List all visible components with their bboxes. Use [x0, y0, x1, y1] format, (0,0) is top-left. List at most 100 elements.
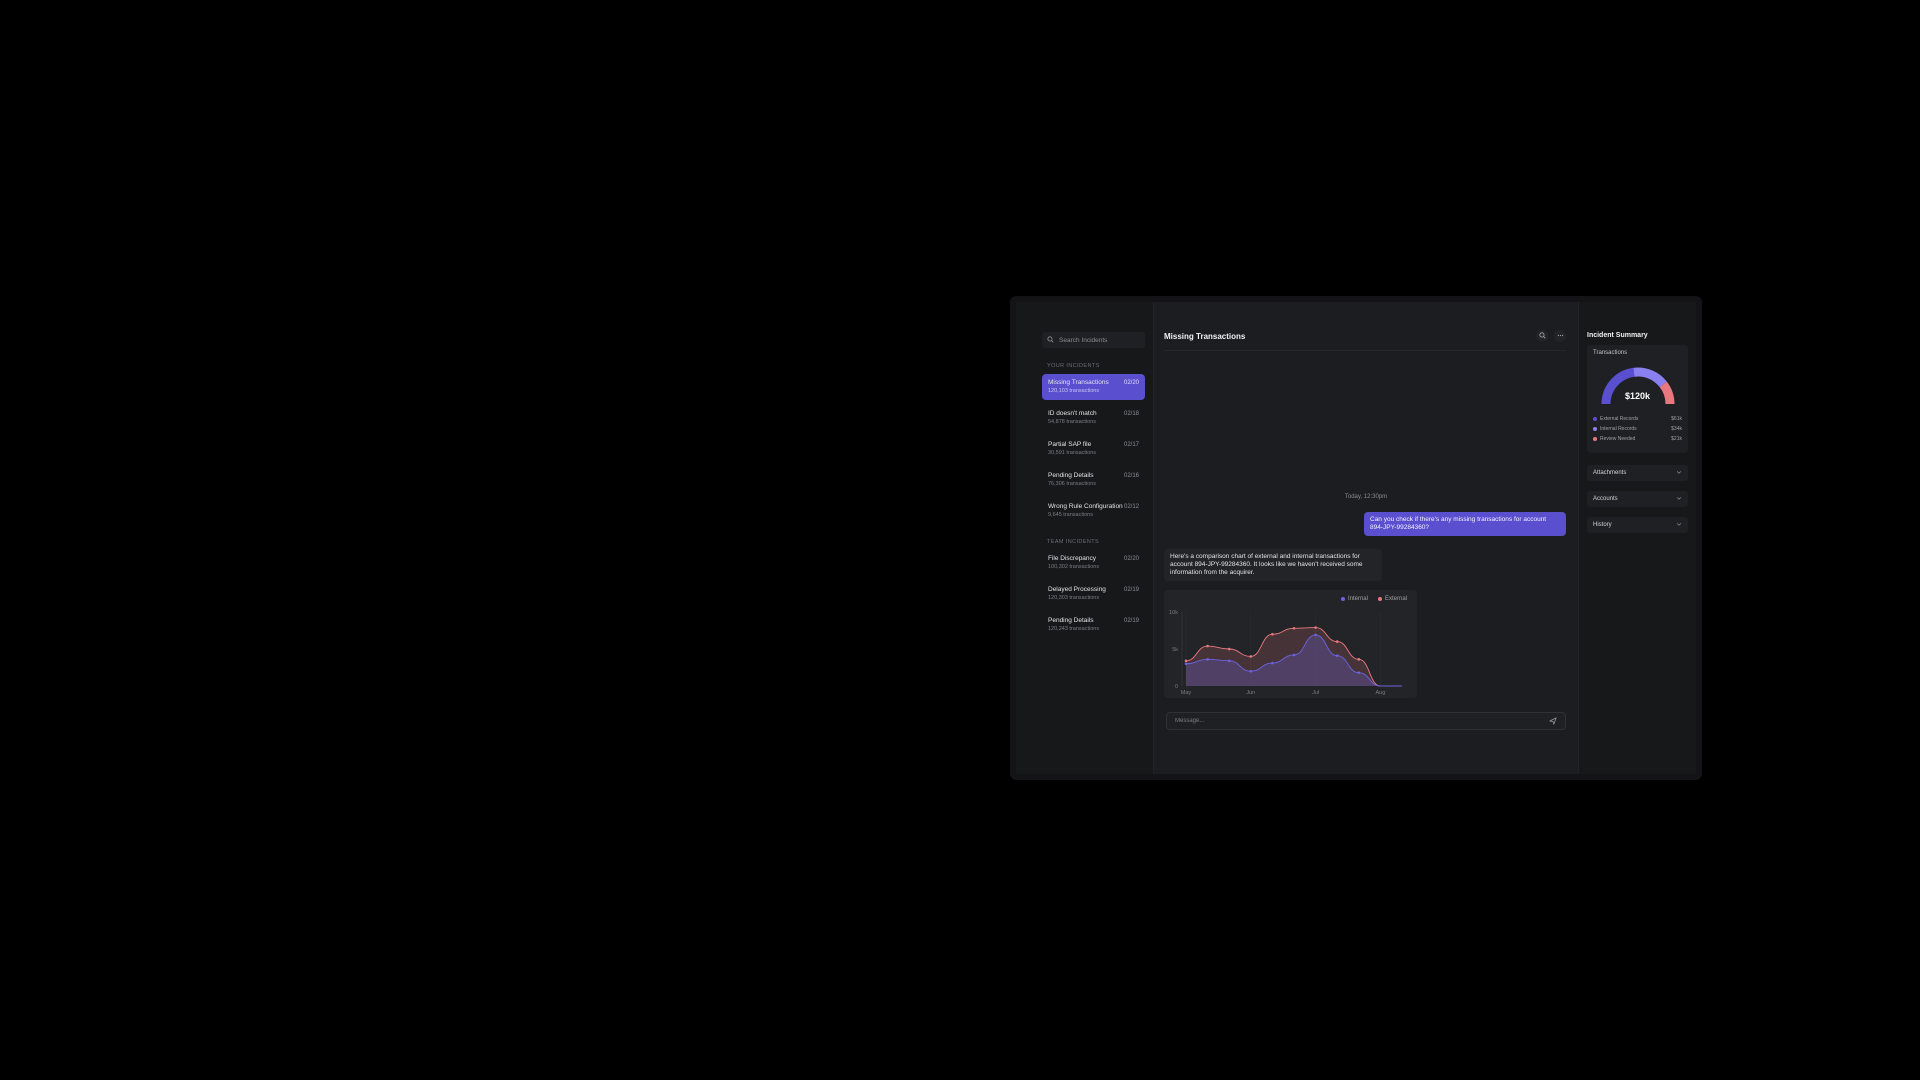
incident-text: Pending Details 76,306 transactions: [1048, 472, 1096, 488]
y-tick-label: 10k: [1169, 610, 1178, 616]
incident-name: Pending Details: [1048, 617, 1094, 624]
breakdown-row: External Records $61k: [1593, 416, 1682, 422]
incident-text: ID doesn't match 54,878 transactions: [1048, 410, 1097, 426]
message-input[interactable]: [1175, 718, 1475, 724]
incident-item[interactable]: Partial SAP file 30,591 transactions 02/17: [1042, 436, 1145, 462]
legend-dot: [1340, 597, 1345, 601]
incident-item[interactable]: Pending Details 120,243 transactions 02/19: [1042, 612, 1145, 638]
incident-date: 02/20: [1123, 556, 1139, 562]
incident-text: Wrong Rule Configuration 9,645 transactio…: [1048, 503, 1123, 519]
legend-item: External: [1377, 596, 1407, 602]
y-tick-label: 5k: [1172, 647, 1178, 653]
accordion-label: History: [1593, 522, 1612, 528]
more-options-button[interactable]: [1554, 330, 1566, 342]
breakdown-label: Internal Records: [1600, 426, 1637, 432]
incident-date: 02/12: [1123, 504, 1139, 510]
incident-date: 02/17: [1123, 442, 1139, 448]
incident-item[interactable]: File Discrepancy 100,302 transactions 02/2…: [1042, 550, 1145, 576]
legend-dot: [1593, 437, 1597, 441]
data-point: [1335, 654, 1339, 657]
incident-date: 02/18: [1123, 411, 1139, 417]
more-icon: [1557, 332, 1564, 341]
team-incidents-heading: TEAM INCIDENTS: [1047, 539, 1100, 545]
accordion-accounts[interactable]: Accounts: [1587, 491, 1688, 507]
accordion-label: Accounts: [1593, 496, 1618, 502]
incident-count: 76,306 transactions: [1048, 481, 1097, 487]
breakdown-label: External Records: [1600, 416, 1639, 422]
search-icon: [1538, 331, 1546, 341]
incident-name: Wrong Rule Configuration: [1048, 503, 1123, 510]
x-tick-label: May: [1181, 690, 1192, 696]
incident-name: ID doesn't match: [1048, 410, 1097, 417]
data-point: [1271, 661, 1274, 665]
data-point: [1357, 671, 1361, 674]
incident-date: 02/16: [1123, 473, 1139, 479]
data-point: [1249, 669, 1253, 673]
transactions-gauge: [1601, 367, 1674, 405]
data-point: [1314, 626, 1317, 629]
chart-canvas: 10k 5k 0May Jun Jul Aug: [1169, 610, 1402, 696]
chevron-down-icon: [1676, 521, 1682, 529]
assistant-message-bubble: Here's a comparison chart of external an…: [1164, 549, 1382, 581]
comparison-chart: 10k 5k 0 May Jun Jul Aug Internal External: [1164, 590, 1417, 698]
incident-count: 30,591 transactions: [1048, 450, 1097, 456]
data-point: [1314, 633, 1317, 637]
incident-item[interactable]: Missing Transactions 120,103 transactions…: [1042, 374, 1145, 400]
incident-count: 120,243 transactions: [1048, 626, 1100, 632]
legend-label: Internal: [1347, 596, 1368, 602]
your-incidents-list: Missing Transactions 120,103 transactions…: [1042, 374, 1145, 524]
incident-item[interactable]: Wrong Rule Configuration 9,645 transactio…: [1042, 498, 1145, 524]
gauge-segment: [1632, 367, 1667, 388]
user-message-bubble: Can you check if there's any missing tra…: [1364, 512, 1566, 536]
send-icon[interactable]: [1549, 717, 1557, 725]
legend-dot: [1377, 597, 1382, 601]
chevron-down-icon: [1676, 469, 1682, 477]
chevron-down-icon: [1676, 495, 1682, 503]
data-point: [1292, 626, 1296, 630]
incident-name: Delayed Processing: [1048, 586, 1106, 593]
data-point: [1206, 658, 1209, 661]
incident-count: 120,303 transactions: [1048, 595, 1100, 601]
data-point: [1249, 655, 1253, 658]
x-tick-label: Jul: [1312, 690, 1319, 696]
accordion-label: Attachments: [1593, 470, 1627, 476]
accordion-attachments[interactable]: Attachments: [1587, 465, 1688, 481]
legend-dot: [1593, 427, 1597, 431]
transactions-label: Transactions: [1593, 350, 1628, 356]
incident-name: Partial SAP file: [1048, 441, 1092, 448]
data-point: [1335, 640, 1339, 643]
incident-item[interactable]: Pending Details 76,306 transactions 02/16: [1042, 467, 1145, 493]
incident-summary-panel: Incident Summary Transactions $120k Exte…: [1578, 302, 1696, 774]
incident-item[interactable]: Delayed Processing 120,303 transactions 02…: [1042, 581, 1145, 607]
search-conversation-button[interactable]: [1536, 330, 1548, 342]
incident-text: Delayed Processing 120,303 transactions: [1048, 586, 1106, 602]
incident-text: Partial SAP file 30,591 transactions: [1048, 441, 1096, 457]
incident-name: Missing Transactions: [1048, 379, 1109, 386]
message-timestamp: Today, 12:30pm: [1344, 494, 1388, 500]
legend-dot: [1593, 417, 1597, 421]
data-point: [1227, 647, 1231, 651]
legend-label: External: [1384, 596, 1407, 602]
breakdown-label: Review Needed: [1600, 436, 1636, 442]
breakdown-value: $21k: [1671, 436, 1682, 442]
search-input[interactable]: Search Incidents: [1059, 337, 1107, 344]
summary-sections: Attachments Accounts History: [1587, 465, 1688, 533]
x-tick-label: Jun: [1246, 690, 1255, 696]
data-point: [1292, 653, 1296, 657]
accordion-history[interactable]: History: [1587, 517, 1688, 533]
conversation-panel: Missing Transactions Today, 12:30pm Can …: [1154, 302, 1578, 774]
transactions-breakdown: External Records $61k Internal Records $34k…: [1593, 416, 1682, 442]
incident-item[interactable]: ID doesn't match 54,878 transactions 02/18: [1042, 405, 1145, 431]
incident-text: Pending Details 120,243 transactions: [1048, 617, 1099, 633]
incident-count: 54,878 transactions: [1048, 419, 1097, 425]
incident-count: 100,302 transactions: [1048, 564, 1100, 570]
data-point: [1357, 658, 1361, 661]
incident-name: File Discrepancy: [1048, 555, 1097, 562]
search-box[interactable]: Search Incidents: [1042, 332, 1145, 348]
data-point: [1227, 659, 1231, 663]
breakdown-row: Internal Records $34k: [1593, 426, 1682, 432]
conversation-header: Missing Transactions: [1164, 330, 1566, 351]
page-title: Missing Transactions: [1164, 331, 1246, 341]
incidents-sidebar: Search Incidents YOUR INCIDENTS Missing …: [1016, 302, 1154, 774]
chart-legend: Internal External: [1340, 596, 1407, 602]
